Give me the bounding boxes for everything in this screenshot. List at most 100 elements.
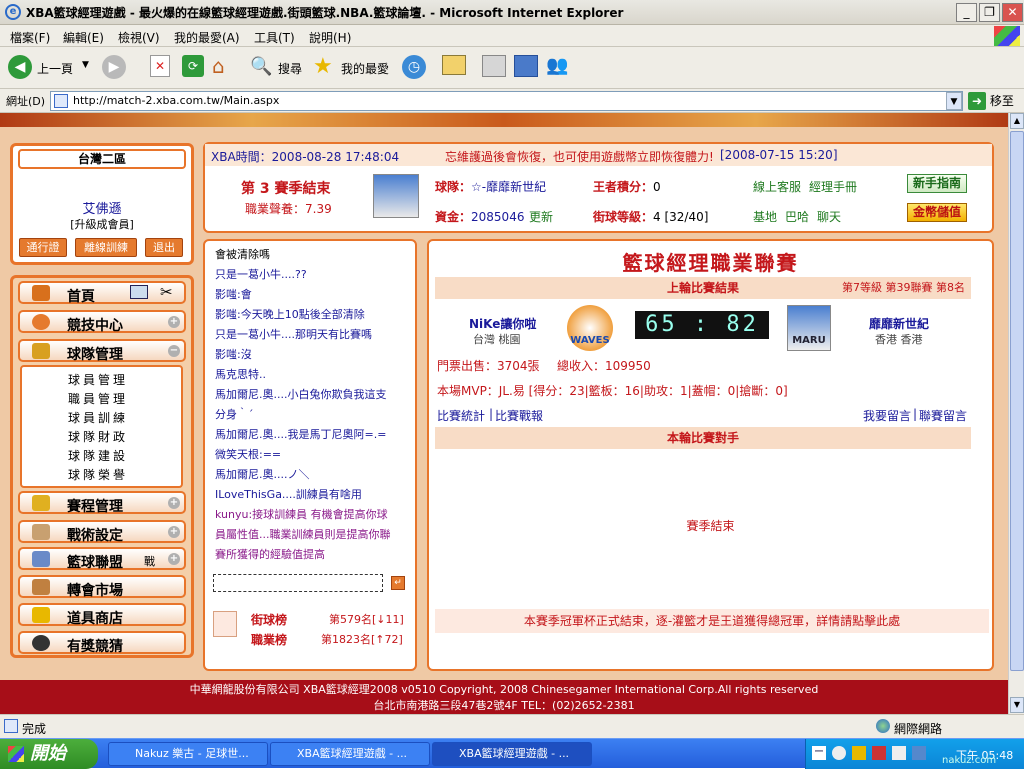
search-icon[interactable]: 🔍: [250, 55, 274, 79]
menu-favorites[interactable]: 我的最愛(A): [174, 29, 240, 46]
menu-bar: 檔案(F) 編輯(E) 檢視(V) 我的最愛(A) 工具(T) 說明(H): [0, 25, 1024, 47]
coin-topup-button[interactable]: 金幣儲值: [907, 203, 967, 222]
nav-tactics[interactable]: 戰術設定 +: [18, 520, 186, 544]
menu-view[interactable]: 檢視(V): [118, 29, 160, 46]
submenu-construction[interactable]: 球隊建設: [68, 447, 128, 464]
base-link[interactable]: 基地: [753, 208, 777, 225]
edit-icon[interactable]: [514, 55, 538, 77]
nav-schedule[interactable]: 賽程管理 +: [18, 491, 186, 515]
chat-message: kunyu:接球訓練員 有機會提高你球: [215, 508, 388, 521]
home-team-name[interactable]: NiKe讓你啦: [469, 315, 536, 332]
scroll-up-icon[interactable]: ▲: [1010, 113, 1024, 129]
chat-input[interactable]: [213, 574, 383, 592]
task-xba-2[interactable]: XBA籃球經理遊戲 - ...: [432, 742, 592, 766]
window-title: XBA籃球經理遊戲 - 最火爆的在線籃球經理遊戲.街頭籃球.NBA.籃球論壇. …: [26, 6, 624, 20]
customer-service-link[interactable]: 線上客服: [753, 178, 801, 195]
leave-message-link[interactable]: 我要留言: [863, 407, 911, 424]
refresh-link[interactable]: 更新: [529, 208, 553, 225]
offline-training-button[interactable]: 離線訓練: [75, 238, 137, 257]
manager-manual-link[interactable]: 經理手冊: [809, 178, 857, 195]
team-name[interactable]: ☆-靡靡新世紀: [471, 180, 546, 194]
submenu-training[interactable]: 球員訓練: [68, 409, 128, 426]
menu-tools[interactable]: 工具(T): [254, 29, 295, 46]
monitor-icon[interactable]: [912, 746, 926, 760]
history-icon[interactable]: ◷: [402, 55, 426, 79]
status-text: 完成: [22, 722, 47, 736]
passport-button[interactable]: 通行證: [19, 238, 67, 257]
tray-icon[interactable]: [832, 746, 846, 760]
messenger-icon[interactable]: 👥: [546, 55, 570, 77]
away-team-logo[interactable]: MARU: [787, 305, 831, 351]
start-button[interactable]: 開始: [0, 739, 98, 769]
shield-icon[interactable]: [852, 746, 866, 760]
submenu-honors[interactable]: 球隊榮譽: [68, 466, 128, 483]
scroll-thumb[interactable]: [1010, 131, 1024, 671]
nav-transfer-market[interactable]: 轉會市場: [18, 575, 186, 599]
tools-icon[interactable]: ✂: [160, 283, 173, 301]
champion-notice[interactable]: 本賽季冠軍杯正式結束，逐-灌籃才是王道獲得總冠軍，詳情請點擊此處: [435, 609, 989, 633]
network-icon[interactable]: [892, 746, 906, 760]
submenu-players[interactable]: 球員管理: [68, 371, 128, 388]
search-button-label[interactable]: 搜尋: [278, 60, 302, 77]
vertical-scrollbar[interactable]: ▲ ▼: [1008, 113, 1024, 714]
nav-item-shop[interactable]: 道具商店: [18, 603, 186, 627]
chat-link[interactable]: 聊天: [817, 208, 841, 225]
favorites-star-icon[interactable]: ★: [313, 55, 337, 79]
score-board: 65 : 82: [635, 311, 769, 339]
nav-league[interactable]: 籃球聯盟 戰 +: [18, 547, 186, 571]
forward-arrow-icon[interactable]: ▶: [102, 55, 126, 79]
maximize-button[interactable]: ❐: [979, 3, 1000, 22]
mail-envelope-icon[interactable]: [130, 285, 148, 299]
career-rank-label: 職業榜: [251, 633, 288, 647]
away-team-name[interactable]: 靡靡新世紀: [869, 315, 929, 332]
submenu-finance[interactable]: 球隊財政: [68, 428, 128, 445]
menu-help[interactable]: 說明(H): [309, 29, 351, 46]
refresh-icon[interactable]: ⟳: [182, 55, 204, 77]
street-level: 街球等級：4 [32/40]: [593, 210, 709, 224]
page-icon: [54, 94, 68, 108]
task-nakuz[interactable]: Nakuz 樂古 - 足球世...: [108, 742, 268, 766]
back-button-label[interactable]: 上一頁: [37, 60, 73, 77]
newbie-guide-button[interactable]: 新手指南: [907, 174, 967, 193]
go-arrow-icon: ➜: [968, 92, 986, 110]
antivirus-icon[interactable]: [872, 746, 886, 760]
nav-prize-quiz[interactable]: 有獎競猜: [18, 631, 186, 655]
submenu-staff[interactable]: 職員管理: [68, 390, 128, 407]
user-name[interactable]: 艾佛遜: [13, 198, 191, 217]
menu-edit[interactable]: 編輯(E): [63, 29, 104, 46]
address-input[interactable]: http://match-2.xba.com.tw/Main.aspx: [50, 91, 963, 111]
stop-icon[interactable]: ✕: [150, 55, 170, 77]
minimize-button[interactable]: _: [956, 3, 977, 22]
member-level[interactable]: [升級成會員]: [13, 216, 191, 232]
expand-icon: +: [168, 526, 180, 538]
close-button[interactable]: ✕: [1002, 3, 1023, 22]
scroll-down-icon[interactable]: ▼: [1010, 697, 1024, 713]
favorites-button-label[interactable]: 我的最愛: [341, 60, 389, 77]
match-stats-link[interactable]: 比賽統計: [437, 407, 485, 424]
mail-icon[interactable]: [442, 55, 466, 75]
address-dropdown-icon[interactable]: ▼: [946, 92, 962, 110]
menu-file[interactable]: 檔案(F): [10, 29, 50, 46]
send-arrow-icon[interactable]: ↵: [391, 576, 405, 590]
bahamut-link[interactable]: 巴哈: [785, 208, 809, 225]
league-message-link[interactable]: 聯賽留言: [919, 407, 967, 424]
chat-message: 馬加爾尼.奧....ノ＼: [215, 468, 310, 481]
go-button[interactable]: ➜ 移至: [968, 91, 1022, 111]
print-icon[interactable]: [482, 55, 506, 77]
nav-arena[interactable]: 競技中心 +: [18, 310, 186, 334]
back-arrow-icon[interactable]: ◀: [8, 55, 32, 79]
back-dropdown-icon[interactable]: ▼: [82, 60, 89, 70]
team-logo[interactable]: [373, 174, 419, 218]
nav-team-management[interactable]: 球隊管理 −: [18, 339, 186, 363]
match-report-link[interactable]: 比賽戰報: [495, 407, 543, 424]
king-points: 王者積分：0: [593, 180, 661, 194]
home-icon[interactable]: ⌂: [212, 55, 236, 77]
total-income: 總收入：109950: [557, 359, 651, 373]
chat-message: 會被清除嗎: [215, 248, 270, 261]
home-team-logo[interactable]: WAVES: [567, 305, 613, 351]
system-notice[interactable]: 忘維護過後會恢復，也可使用遊戲幣立即恢復體力!: [445, 148, 714, 165]
task-xba-1[interactable]: XBA籃球經理遊戲 - ...: [270, 742, 430, 766]
nav-home[interactable]: 首頁 ✂: [18, 281, 186, 305]
logout-button[interactable]: 退出: [145, 238, 183, 257]
ime-icon[interactable]: ー: [812, 746, 826, 760]
